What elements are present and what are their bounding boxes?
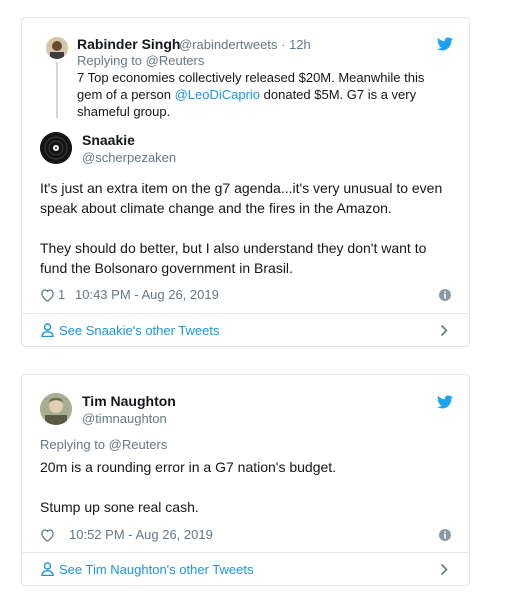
tweet-timestamp[interactable]: 10:43 PM - Aug 26, 2019 (75, 287, 219, 302)
tweet-text-line: fund the Bolsonaro government in Brasil. (40, 260, 293, 276)
quoted-handle-text[interactable]: @rabindertweets (179, 37, 277, 52)
heart-icon[interactable] (40, 288, 55, 302)
see-other-tweets-link[interactable]: See Snaakie's other Tweets (22, 314, 469, 347)
author-name[interactable]: Tim Naughton (82, 393, 176, 409)
author-handle[interactable]: @timnaughton (82, 411, 167, 426)
chevron-right-icon (440, 324, 448, 337)
chevron-right-icon (440, 563, 448, 576)
tweet-text-line: 20m is a rounding error in a G7 nation's… (40, 459, 337, 475)
tweet-text-line: Stump up sone real cash. (40, 499, 199, 515)
quoted-replying-to[interactable]: Replying to @Reuters (77, 53, 204, 68)
mention-link-leodicaprio[interactable]: @LeoDiCaprio (175, 87, 260, 102)
tweet-text-line: speak about climate change and the fires… (40, 200, 392, 216)
like-count[interactable]: 1 (58, 287, 65, 302)
quoted-text-line: shameful group. (77, 104, 171, 119)
see-other-tweets-label[interactable]: See Snaakie's other Tweets (59, 323, 220, 338)
info-icon[interactable] (439, 289, 451, 301)
avatar-snaakie[interactable] (40, 132, 72, 164)
see-other-tweets-label[interactable]: See Tim Naughton's other Tweets (59, 562, 253, 577)
thread-line (56, 62, 58, 118)
author-handle[interactable]: @scherpezaken (82, 150, 176, 165)
heart-icon[interactable] (40, 528, 55, 542)
info-icon[interactable] (439, 529, 451, 541)
see-other-tweets-link[interactable]: See Tim Naughton's other Tweets (22, 553, 469, 586)
avatar-tim-naughton[interactable] (40, 393, 72, 425)
quoted-time[interactable]: 12h (289, 37, 311, 52)
tweet-timestamp[interactable]: 10:52 PM - Aug 26, 2019 (69, 527, 213, 542)
tweet-text-line: They should do better, but I also unders… (40, 240, 427, 256)
quoted-tweet-text: 7 Top economies collectively released $2… (77, 69, 424, 120)
person-icon (41, 562, 54, 576)
author-name[interactable]: Snaakie (82, 132, 135, 148)
tweet-text: 20m is a rounding error in a G7 nation's… (40, 457, 460, 517)
quoted-text-part: donated $5M. G7 is a very (260, 87, 417, 102)
tweet-card-snaakie: Rabinder Singh @rabindertweets · 12h Rep… (21, 17, 470, 347)
quoted-text-line: gem of a person @LeoDiCaprio donated $5M… (77, 86, 424, 103)
person-icon (41, 323, 54, 337)
dot-separator: · (281, 37, 286, 52)
twitter-bird-icon[interactable] (437, 395, 453, 409)
quoted-author-handle[interactable]: @rabindertweets · 12h (179, 37, 311, 52)
twitter-bird-icon[interactable] (437, 37, 453, 51)
avatar-rabinder[interactable] (46, 37, 68, 59)
tweet-text-line: It's just an extra item on the g7 agenda… (40, 180, 443, 196)
tweet-card-tim-naughton: Tim Naughton @timnaughton Replying to @R… (21, 374, 470, 586)
tweet-text: It's just an extra item on the g7 agenda… (40, 178, 460, 278)
quoted-text-part: gem of a person (77, 87, 175, 102)
replying-to[interactable]: Replying to @Reuters (40, 437, 167, 452)
quoted-author-name[interactable]: Rabinder Singh (77, 36, 180, 52)
quoted-text-line: 7 Top economies collectively released $2… (77, 70, 425, 85)
